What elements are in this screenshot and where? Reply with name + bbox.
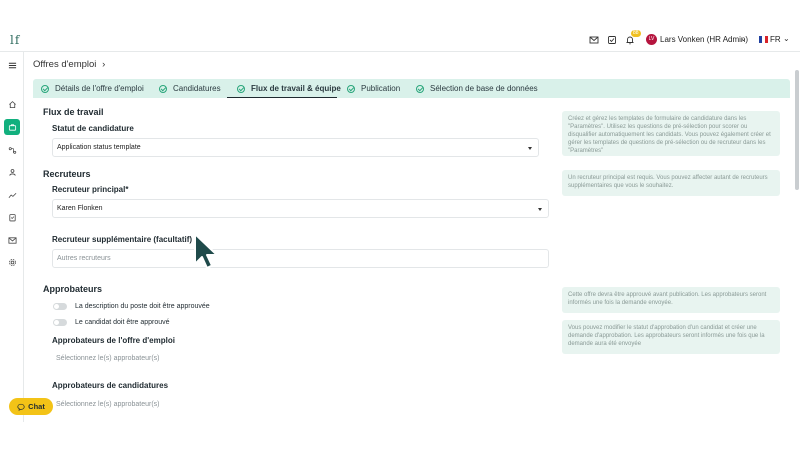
status-select[interactable]: Application status template <box>52 138 539 157</box>
main-recruiter-select[interactable]: Karen Flonken <box>52 199 549 218</box>
extra-recruiter-label: Recruteur supplémentaire (facultatif) <box>52 235 193 244</box>
mouse-cursor-icon <box>194 233 218 269</box>
chevron-down-icon[interactable]: ⌄ <box>740 34 747 43</box>
toggle-job-approval-label: La description du poste doit être approu… <box>75 303 210 310</box>
workflow-title: Flux de travail <box>43 107 104 117</box>
check-circle-icon <box>416 84 424 93</box>
check-circle-icon <box>347 84 355 93</box>
caret-down-icon <box>528 147 532 150</box>
check-circle-icon <box>41 84 49 93</box>
candidates-icon[interactable] <box>4 164 20 180</box>
caret-down-icon <box>538 208 542 211</box>
top-bar: lf 88 LV Lars Vonken (HR Admin) ⌄ FR ⌄ <box>0 28 800 52</box>
toggle-candidate-approval-label: Le candidat doit être approuvé <box>75 319 170 326</box>
job-approvers-label: Approbateurs de l'offre d'emploi <box>52 336 175 345</box>
home-icon[interactable] <box>4 96 20 112</box>
clipboard-icon[interactable] <box>4 209 20 225</box>
jobs-icon[interactable] <box>4 119 20 135</box>
check-circle-icon <box>237 84 245 93</box>
job-approval-info-box: Cette offre devra être approuvé avant pu… <box>562 287 780 313</box>
check-circle-icon <box>159 84 167 93</box>
toggle-candidate-approval[interactable] <box>53 319 67 326</box>
approvers-title: Approbateurs <box>43 284 103 294</box>
sidebar <box>0 52 24 422</box>
chevron-down-icon[interactable]: ⌄ <box>783 34 790 43</box>
messages-icon[interactable] <box>4 232 20 248</box>
scroll-thumb[interactable] <box>795 70 799 190</box>
mail-icon[interactable] <box>589 35 599 45</box>
tab-bar: Détails de l'offre d'emploi Candidatures… <box>33 79 790 98</box>
candidate-approval-info-box: Vous pouvez modifier le statut d'approba… <box>562 320 780 354</box>
form-card: Flux de travail Statut de candidature Ap… <box>33 98 790 422</box>
toggle-job-approval[interactable] <box>53 303 67 310</box>
menu-icon[interactable] <box>4 57 20 73</box>
tab-applications[interactable]: Candidatures <box>159 79 221 98</box>
gear-icon[interactable] <box>4 254 20 270</box>
tab-workflow-team[interactable]: Flux de travail & équipe <box>237 79 341 98</box>
tab-job-details[interactable]: Détails de l'offre d'emploi <box>41 79 144 98</box>
workflow-icon[interactable] <box>4 142 20 158</box>
breadcrumb: Offres d'emploi › <box>33 59 105 70</box>
user-name[interactable]: Lars Vonken (HR Admin) <box>660 35 748 44</box>
breadcrumb-item[interactable]: Offres d'emploi <box>33 59 96 70</box>
status-label: Statut de candidature <box>52 124 134 133</box>
chat-bubble-icon <box>17 403 25 411</box>
tasks-icon[interactable] <box>607 35 617 45</box>
analytics-icon[interactable] <box>4 187 20 203</box>
app-logo[interactable]: lf <box>10 33 20 47</box>
extra-recruiter-input[interactable]: Autres recruteurs <box>52 249 549 268</box>
flag-fr-icon[interactable] <box>759 36 768 43</box>
tab-database-selection[interactable]: Sélection de base de données <box>416 79 538 98</box>
main-recruiter-label: Recruteur principal* <box>52 185 129 194</box>
scrollbar[interactable] <box>795 60 799 420</box>
chat-button[interactable]: Chat <box>9 398 53 415</box>
avatar[interactable]: LV <box>646 34 657 45</box>
candidate-approvers-label: Approbateurs de candidatures <box>52 381 169 390</box>
workflow-info-box: Créez et gérez les templates de formulai… <box>562 111 780 156</box>
notification-badge: 88 <box>631 30 641 37</box>
tab-publication[interactable]: Publication <box>347 79 400 98</box>
job-approvers-select[interactable]: Sélectionnez le(s) approbateur(s) <box>56 355 160 362</box>
breadcrumb-chevron: › <box>102 59 106 70</box>
recruiters-title: Recruteurs <box>43 169 91 179</box>
language-selector[interactable]: FR <box>770 35 781 44</box>
recruiters-info-box: Un recruteur principal est requis. Vous … <box>562 170 780 196</box>
candidate-approvers-select[interactable]: Sélectionnez le(s) approbateur(s) <box>56 401 160 408</box>
